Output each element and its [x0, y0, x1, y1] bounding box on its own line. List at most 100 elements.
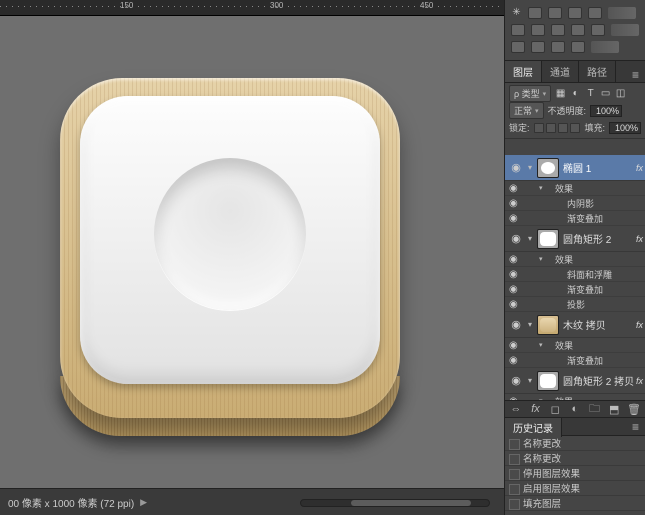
- filter-text-icon[interactable]: T: [585, 88, 596, 99]
- guides-icon[interactable]: [551, 41, 565, 53]
- ruler-tick: 450: [420, 1, 433, 10]
- measure-icon[interactable]: [571, 41, 585, 53]
- layer-row[interactable]: ◉ ▾ 圆角矩形 2 拷贝 fx: [505, 368, 645, 394]
- layer-thumbnail[interactable]: [537, 371, 559, 391]
- chevron-down-icon: ▾: [535, 107, 539, 115]
- filter-image-icon[interactable]: ▦: [555, 88, 566, 99]
- color-icon[interactable]: [551, 24, 565, 36]
- layer-row[interactable]: ◉ ▾ 圆角矩形 2 fx: [505, 226, 645, 252]
- history-tabs: 历史记录 ≡: [505, 418, 645, 436]
- layer-add-icon[interactable]: ⬒: [607, 402, 621, 416]
- effects-header[interactable]: ◉▾效果: [505, 252, 645, 267]
- fx-badge[interactable]: fx: [636, 376, 643, 386]
- h-scroll-thumb[interactable]: [351, 500, 471, 506]
- status-bar: 00 像素 x 1000 像素 (72 ppi) ▶: [0, 488, 504, 515]
- expand-triangle-icon[interactable]: ▾: [525, 234, 535, 243]
- lock-pixels-icon[interactable]: [546, 123, 556, 133]
- snap-icon[interactable]: [531, 41, 545, 53]
- fx-panel-icon[interactable]: [588, 7, 602, 19]
- layer-list[interactable]: ◉ ▾ 椭圆 1 fx ◉▾效果 ◉内阴影 ◉渐变叠加 ◉ ▾ 圆角矩形 2 f…: [505, 155, 645, 400]
- mask-add-icon[interactable]: ◻: [548, 402, 562, 416]
- history-item[interactable]: 填充图层: [505, 496, 645, 511]
- mask-mode-icon[interactable]: [548, 7, 562, 19]
- group-add-icon[interactable]: 🗀: [588, 402, 602, 416]
- lock-transparency-icon[interactable]: [534, 123, 544, 133]
- ruler-horizontal[interactable]: 150 300 450: [0, 0, 504, 16]
- effect-item[interactable]: ◉投影: [505, 297, 645, 312]
- layer-name[interactable]: 圆角矩形 2 拷贝: [563, 373, 634, 388]
- layer-row[interactable]: ◉ ▾ 木纹 拷贝 fx: [505, 312, 645, 338]
- status-arrow-icon[interactable]: ▶: [140, 497, 147, 508]
- blend-mode-dropdown[interactable]: 正常 ▾: [509, 102, 544, 119]
- tab-layers[interactable]: 图层: [505, 60, 542, 82]
- effect-item[interactable]: ◉内阴影: [505, 196, 645, 211]
- visibility-eye-icon[interactable]: ◉: [509, 161, 523, 175]
- layers-toggle-icon[interactable]: [528, 7, 542, 19]
- ruler-tick: 150: [120, 1, 133, 10]
- lock-position-icon[interactable]: [558, 123, 568, 133]
- panel-grip[interactable]: [608, 7, 636, 19]
- layer-controls: ρ 类型 ▾ ▦ ◐ T ▭ ◫ 正常 ▾ 不透明度: 100% 锁定:: [505, 83, 645, 139]
- panel-menu-icon[interactable]: ≡: [626, 420, 645, 434]
- tab-channels[interactable]: 通道: [542, 61, 579, 82]
- history-item[interactable]: 启用图层效果: [505, 481, 645, 496]
- brightness-icon[interactable]: ✳: [511, 7, 522, 18]
- expand-triangle-icon[interactable]: ▾: [525, 163, 535, 172]
- tab-paths[interactable]: 路径: [579, 61, 616, 82]
- fx-badge[interactable]: fx: [636, 320, 643, 330]
- expand-triangle-icon[interactable]: ▾: [525, 376, 535, 385]
- align-icon[interactable]: [511, 41, 525, 53]
- visibility-eye-icon[interactable]: ◉: [509, 374, 523, 388]
- canvas[interactable]: [0, 16, 504, 488]
- history-item[interactable]: 名称更改: [505, 451, 645, 466]
- link-icon[interactable]: ⇔: [509, 402, 523, 416]
- layer-name[interactable]: 椭圆 1: [563, 160, 591, 175]
- effect-item[interactable]: ◉渐变叠加: [505, 282, 645, 297]
- panel-grip-3[interactable]: [591, 41, 619, 53]
- effect-item[interactable]: ◉斜面和浮雕: [505, 267, 645, 282]
- visibility-eye-icon[interactable]: ◉: [509, 318, 523, 332]
- effects-header[interactable]: ◉▾效果: [505, 338, 645, 353]
- expand-triangle-icon[interactable]: ▾: [525, 320, 535, 329]
- layer-name[interactable]: 圆角矩形 2: [563, 231, 611, 246]
- balance-icon[interactable]: [531, 24, 545, 36]
- lock-all-icon[interactable]: [570, 123, 580, 133]
- panel-grip-2[interactable]: [611, 24, 639, 36]
- panel-tabs: 图层 通道 路径 ≡: [505, 61, 645, 83]
- doc-info: 00 像素 x 1000 像素 (72 ppi): [8, 495, 134, 510]
- right-panels: ✳ 图层 通道 路径 ≡: [504, 0, 645, 515]
- layer-name[interactable]: 木纹 拷贝: [563, 317, 606, 332]
- trash-icon[interactable]: 🗑: [627, 402, 641, 416]
- fx-add-icon[interactable]: fx: [529, 402, 543, 416]
- 3d-icon[interactable]: [571, 24, 585, 36]
- fx-badge[interactable]: fx: [636, 163, 643, 173]
- effect-item[interactable]: ◉渐变叠加: [505, 211, 645, 226]
- panel-menu-icon[interactable]: ≡: [626, 68, 645, 82]
- history-list[interactable]: 名称更改 名称更改 停用图层效果 启用图层效果 填充图层: [505, 436, 645, 515]
- filter-smart-icon[interactable]: ◫: [615, 88, 626, 99]
- adjust-icon[interactable]: [568, 7, 582, 19]
- history-item[interactable]: 名称更改: [505, 436, 645, 451]
- filter-kind-dropdown[interactable]: ρ 类型 ▾: [509, 85, 551, 102]
- options-strip: ✳: [505, 0, 645, 61]
- layer-thumbnail[interactable]: [537, 158, 559, 178]
- filter-adjust-icon[interactable]: ◐: [570, 88, 581, 99]
- adjustment-add-icon[interactable]: ◐: [568, 402, 582, 416]
- effects-header[interactable]: ◉▾效果: [505, 181, 645, 196]
- white-plate: [80, 96, 380, 384]
- layer-thumbnail[interactable]: [537, 229, 559, 249]
- layer-row[interactable]: ◉ ▾ 椭圆 1 fx: [505, 155, 645, 181]
- effect-item[interactable]: ◉渐变叠加: [505, 353, 645, 368]
- opacity-input[interactable]: 100%: [590, 105, 622, 117]
- h-scrollbar[interactable]: [300, 499, 490, 507]
- filter-shape-icon[interactable]: ▭: [600, 88, 611, 99]
- visibility-eye-icon[interactable]: ◉: [509, 232, 523, 246]
- fill-input[interactable]: 100%: [609, 122, 641, 134]
- history-item[interactable]: 停用图层效果: [505, 466, 645, 481]
- fx-badge[interactable]: fx: [636, 234, 643, 244]
- grid-icon[interactable]: [591, 24, 605, 36]
- ruler-marks: 150 300 450: [0, 0, 504, 16]
- layer-thumbnail[interactable]: [537, 315, 559, 335]
- tab-history[interactable]: 历史记录: [505, 417, 562, 437]
- crop-mode-icon[interactable]: [511, 24, 525, 36]
